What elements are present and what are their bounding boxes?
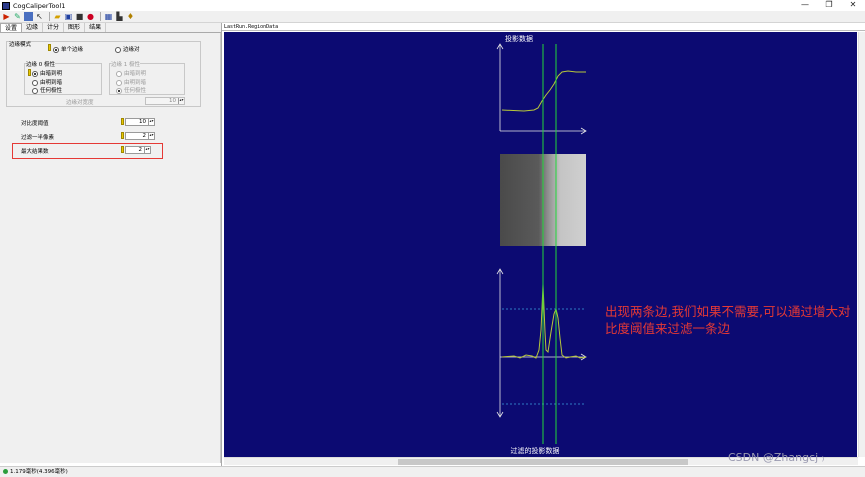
settings-panel: 边缘模式 单个边缘 边缘对 边缘 0 极性 由暗到明 由明到暗 任何极性 边缘 …	[0, 33, 221, 463]
tab-graphics[interactable]: 图形	[64, 23, 86, 32]
radio-icon	[32, 79, 38, 86]
contrast-threshold-stepper[interactable]: 10 ▴▾	[125, 118, 155, 126]
annotation-line-2: 比度阈值来过滤一条边	[605, 321, 731, 336]
stepper-arrows-icon: ▴▾	[178, 97, 184, 104]
stepper-value: 10	[169, 98, 176, 104]
stepper-value: 10	[139, 119, 146, 125]
edit-icon	[121, 118, 124, 125]
edge0-light-to-dark[interactable]: 由明到暗	[32, 78, 62, 86]
radio-icon	[115, 46, 121, 53]
window-controls: — ❐ ✕	[793, 0, 865, 11]
filtered-projection-data-label: 过滤的投影数据	[511, 446, 560, 455]
edit-icon	[48, 44, 51, 51]
edge1-any-polarity: 任何极性	[116, 86, 146, 94]
minimize-button[interactable]: —	[793, 0, 817, 11]
radio-icon	[116, 87, 122, 94]
edit-icon	[121, 132, 124, 139]
edge-pair-radio[interactable]: 边缘对	[115, 45, 140, 53]
pointer-icon[interactable]: ↖	[35, 12, 44, 21]
edge-mode-label: 边缘模式	[9, 42, 32, 48]
tab-edges[interactable]: 边缘	[22, 23, 44, 32]
radio-icon	[32, 70, 38, 77]
filter-half-size-label: 过滤一半像素	[21, 135, 55, 141]
edge0-polarity-label: 边缘 0 极性	[26, 60, 55, 68]
edit-icon[interactable]: ✎	[13, 12, 22, 21]
edge-pair-width-label: 边缘对宽度	[66, 100, 94, 106]
edge-pair-label: 边缘对	[123, 47, 140, 53]
projection-curve	[501, 70, 586, 112]
highlight-box	[12, 143, 163, 159]
title-bar: CogCaliperTool1 — ❐ ✕	[0, 0, 865, 11]
app-icon	[2, 1, 10, 10]
toolbar-separator	[100, 12, 101, 21]
single-edge-radio[interactable]: 单个边缘	[53, 45, 83, 53]
option-label: 由暗到明	[40, 71, 63, 77]
filtered-projection-curve	[501, 283, 587, 359]
grid-icon[interactable]: ▦	[104, 12, 113, 21]
window-title: CogCaliperTool1	[13, 1, 66, 10]
radio-icon	[32, 87, 38, 94]
option-label: 任何极性	[40, 88, 63, 94]
edge-pair-width-stepper: 10 ▴▾	[145, 97, 185, 105]
stepper-arrows-icon[interactable]: ▴▾	[148, 119, 154, 125]
status-ok-icon	[3, 469, 8, 474]
image-viewer: LastRun.RegionData 投影数据 过滤的投影数据	[221, 23, 865, 466]
status-text: 1.179毫秒(4.396毫秒)	[10, 469, 68, 475]
help-icon[interactable]: ♦	[126, 12, 135, 21]
chart-icon[interactable]: ▙	[115, 12, 124, 21]
stepper-arrows-icon[interactable]: ▴▾	[148, 133, 154, 139]
image-icon[interactable]	[24, 12, 33, 21]
projection-data-label: 投影数据	[505, 34, 533, 43]
edge1-light-to-dark: 由明到暗	[116, 78, 146, 86]
stop-icon[interactable]: ■	[75, 12, 84, 21]
close-button[interactable]: ✕	[841, 0, 865, 11]
projection-graphic: 投影数据 过滤的投影数据	[496, 34, 587, 455]
radio-icon	[53, 46, 59, 53]
toolbar: ▶ ✎ ↖ ▰ ▣ ■ ● ▦ ▙ ♦	[0, 11, 865, 23]
display-canvas[interactable]: 投影数据 过滤的投影数据	[224, 32, 857, 457]
contrast-threshold-label: 对比度阈值	[21, 121, 49, 127]
tab-scoring[interactable]: 计分	[43, 23, 65, 32]
stepper-value: 2	[142, 133, 147, 139]
edge0-any-polarity[interactable]: 任何极性	[32, 86, 62, 94]
edge1-dark-to-light: 由暗到明	[116, 69, 146, 77]
single-edge-label: 单个边缘	[61, 47, 84, 53]
tab-results[interactable]: 结果	[85, 23, 107, 32]
run-icon[interactable]: ▶	[2, 12, 11, 21]
option-label: 任何极性	[124, 88, 147, 94]
option-label: 由暗到明	[124, 71, 147, 77]
record-icon[interactable]: ●	[86, 12, 95, 21]
save-icon[interactable]: ▣	[64, 12, 73, 21]
watermark: CSDN @Zhangcj ₎	[728, 451, 825, 464]
annotation-line-1: 出现两条边,我们如果不需要,可以通过增大对	[605, 304, 851, 319]
annotation-text: 出现两条边,我们如果不需要,可以通过增大对 比度阈值来过滤一条边	[605, 303, 863, 337]
radio-icon	[116, 79, 122, 86]
filter-half-size-stepper[interactable]: 2 ▴▾	[125, 132, 155, 140]
open-icon[interactable]: ▰	[53, 12, 62, 21]
radio-icon	[116, 70, 122, 77]
edit-icon	[28, 69, 31, 76]
vertical-scrollbar[interactable]	[858, 32, 865, 457]
tab-settings[interactable]: 设置	[0, 23, 23, 32]
edge0-dark-to-light[interactable]: 由暗到明	[32, 69, 62, 77]
edge1-polarity-label: 边缘 1 极性	[111, 60, 140, 68]
viewer-header: LastRun.RegionData	[222, 23, 865, 31]
toolbar-separator	[49, 12, 50, 21]
maximize-button[interactable]: ❐	[817, 0, 841, 11]
settings-tabs: 设置 边缘 计分 图形 结果	[0, 23, 221, 33]
scroll-thumb[interactable]	[398, 459, 688, 465]
status-bar: 1.179毫秒(4.396毫秒)	[0, 466, 865, 477]
